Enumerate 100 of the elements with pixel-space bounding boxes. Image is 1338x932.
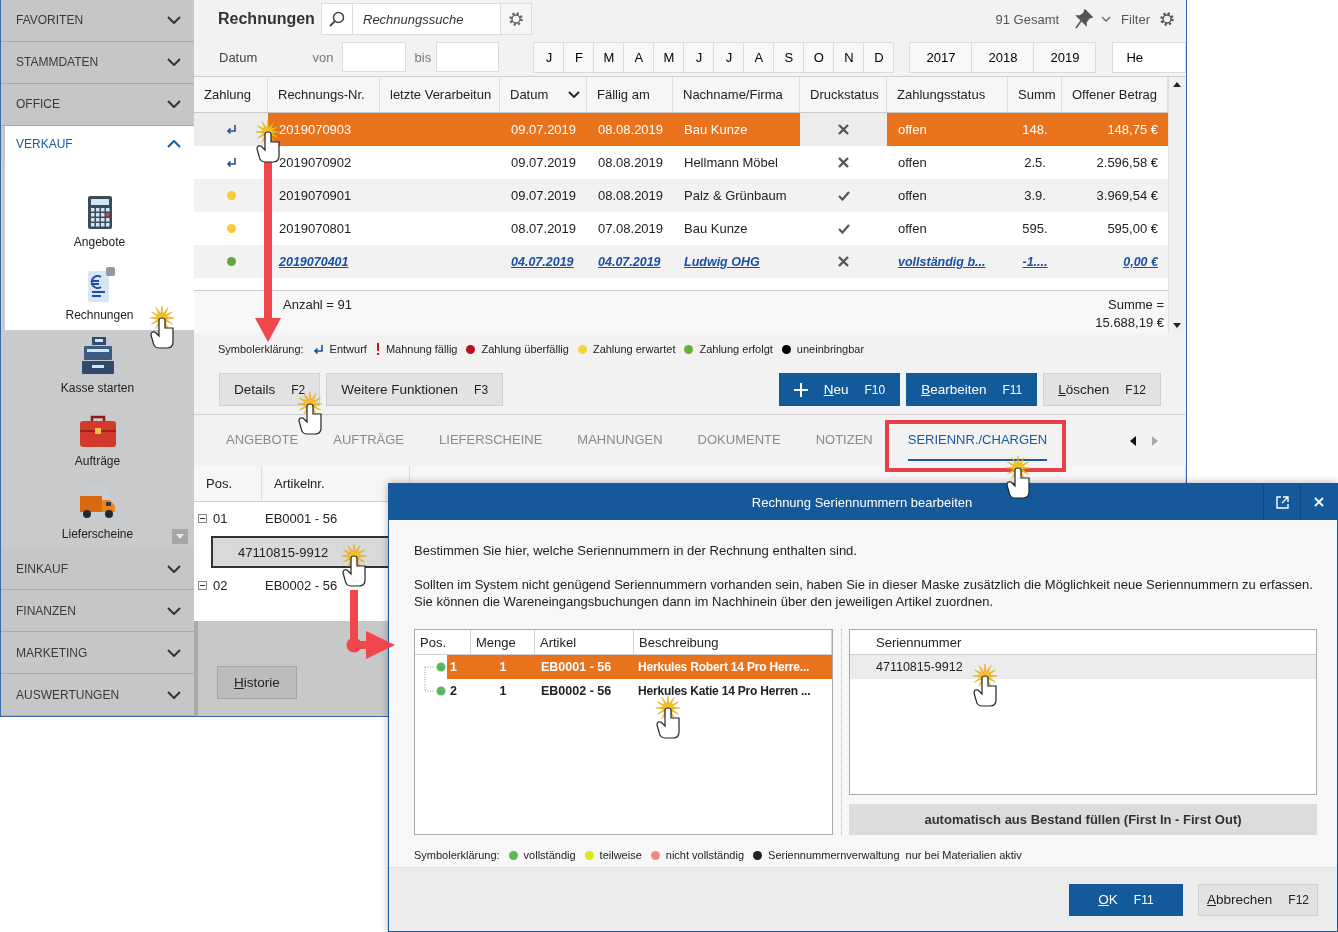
date-from-field[interactable] [342, 42, 406, 72]
month-button[interactable]: J [683, 41, 715, 73]
search-icon[interactable] [329, 11, 345, 27]
sort-chevron-icon [568, 91, 580, 98]
table-cell-text: 08.07.2019 [510, 220, 578, 238]
table-cell-text: offen [897, 220, 928, 238]
settings-icon[interactable] [507, 10, 525, 28]
month-button[interactable]: N [833, 41, 865, 73]
new-button[interactable]: Neu F10 [778, 373, 901, 406]
search-field[interactable]: Rechnungssuche [353, 3, 500, 35]
plus-icon [793, 382, 808, 397]
column-header[interactable]: Zahlung [194, 77, 268, 112]
sum-label: Summe = [1108, 297, 1164, 312]
column-header[interactable]: Menge [476, 634, 516, 650]
date-label: Datum [219, 49, 259, 65]
position-row[interactable]: 2 1 EB0002 - 56 Herkules Katie 14 Pro Herren ... [415, 679, 832, 703]
column-header[interactable]: Datum [500, 77, 587, 112]
date-button[interactable]: He [1112, 41, 1186, 73]
pointer-cursor-icon [972, 663, 998, 707]
to-label: bis [414, 49, 433, 65]
table-cell-text: 2019070902 [278, 154, 353, 172]
sidebar-item[interactable]: Rechnungen [5, 256, 194, 330]
column-header[interactable]: letzte Verarbeitun [380, 77, 500, 112]
count-text: Anzahl = 91 [283, 297, 353, 314]
search-button[interactable] [321, 3, 353, 35]
month-button[interactable]: A [743, 41, 775, 73]
ok-button[interactable]: OK F11 [1069, 883, 1183, 916]
sidebar-item[interactable]: Kasse starten [1, 329, 194, 403]
month-button[interactable]: F [563, 41, 595, 73]
column-header[interactable]: Druckstatus [800, 77, 887, 112]
more-functions-button[interactable]: Weitere Funktionen F3 [326, 373, 504, 406]
legend-label: Symbolerklärung: [414, 849, 500, 861]
column-header[interactable]: Pos. [206, 476, 232, 491]
table-cell-text: Hellmann Möbel [683, 154, 779, 172]
month-button[interactable]: O [803, 41, 835, 73]
date-to-field[interactable] [435, 42, 500, 72]
column-header[interactable]: Beschreibung [639, 634, 719, 650]
legend-text: Entwurf [329, 343, 367, 355]
month-button[interactable]: A [623, 41, 655, 73]
table-cell-text: -1.... [1021, 253, 1049, 271]
serial-number-row[interactable]: 47110815-9912 [850, 655, 1316, 679]
pin-icon[interactable] [1075, 9, 1094, 29]
legend-text: uneinbringbar [796, 343, 865, 355]
month-button[interactable]: J [713, 41, 745, 73]
column-header[interactable]: Rechnungs-Nr. [268, 77, 380, 112]
column-header[interactable]: Fällig am [587, 77, 673, 112]
year-button[interactable]: 2018 [971, 41, 1035, 73]
table-cell-text: 04.07.2019 [597, 253, 662, 271]
delete-button[interactable]: Löschen F12 [1043, 373, 1161, 406]
column-header[interactable]: Artikel [540, 634, 577, 650]
sidebar-section-header[interactable]: VERKAUF [5, 125, 194, 162]
settings-icon[interactable] [1158, 10, 1176, 28]
sidebar-item[interactable]: Angebote [5, 183, 194, 257]
column-header[interactable]: Summ [1008, 77, 1062, 112]
month-button[interactable]: M [653, 41, 685, 73]
table-cell: 08.08.2019 [587, 113, 673, 146]
table-cell: 2019070903 [268, 113, 380, 146]
scrollbar[interactable] [1168, 77, 1186, 333]
column-header[interactable]: Artikelnr. [274, 476, 325, 491]
table-cell: 01 [213, 511, 228, 526]
return-arrow-icon [225, 157, 237, 168]
briefcase-icon [77, 414, 118, 449]
chevron-up-icon [167, 139, 181, 148]
search-settings-button[interactable] [500, 3, 532, 35]
table-cell-text: 0,00 € [1122, 253, 1160, 271]
legend-text: Zahlung erwartet [592, 343, 676, 355]
table-cell-text: 09.07.2019 [510, 187, 578, 205]
sidebar-item[interactable]: Lieferscheine [1, 475, 194, 549]
table-cell: 1 [471, 655, 535, 679]
table-row[interactable]: 2019070901 09.07.2019 08.08.2019 Palz & Grünbaum offen 3.9. 3.969,54 € [194, 179, 1168, 212]
filter-label[interactable]: Filter [1121, 11, 1150, 27]
dropdown-chevron-icon[interactable] [1101, 16, 1112, 22]
table-cell: 148. [1008, 113, 1062, 146]
legend-text: nicht vollständig [665, 849, 745, 861]
year-button[interactable]: 2019 [1033, 41, 1097, 73]
cancel-button[interactable]: Abbrechen F12 [1198, 883, 1318, 916]
caret-icon [176, 533, 184, 539]
table-row[interactable]: 2019070401 04.07.2019 04.07.2019 Ludwig OHG vollständig b... -1.... 0,00 € [194, 245, 1168, 278]
autofill-button[interactable]: automatisch aus Bestand füllen (First In - First Out) [849, 804, 1317, 835]
column-header[interactable]: Nachname/Firma [673, 77, 800, 112]
column-header[interactable]: Seriennummer [876, 634, 962, 650]
details-button[interactable]: Details F2 [219, 373, 321, 406]
column-header[interactable]: Zahlungsstatus [887, 77, 1008, 112]
month-button[interactable]: D [863, 41, 895, 73]
month-button[interactable]: S [773, 41, 805, 73]
edit-button[interactable]: Bearbeiten F11 [906, 373, 1038, 406]
table-cell-text: 08.08.2019 [597, 187, 665, 205]
column-header[interactable]: Pos. [420, 634, 446, 650]
collapse-toggle-icon[interactable] [198, 581, 207, 590]
history-button[interactable]: Historie [217, 666, 297, 699]
table-cell-text: vollständig b... [897, 253, 987, 271]
month-button[interactable]: M [593, 41, 625, 73]
month-button[interactable]: J [533, 41, 565, 73]
table-cell: EB0002 - 56 [265, 578, 338, 593]
chevron-down-icon [167, 606, 181, 615]
previous-icon[interactable] [1130, 435, 1136, 446]
collapse-toggle-icon[interactable] [198, 514, 207, 523]
table-cell: EB0001 - 56 [535, 655, 634, 679]
sidebar-item[interactable]: Aufträge [1, 402, 194, 476]
year-button[interactable]: 2017 [909, 41, 973, 73]
